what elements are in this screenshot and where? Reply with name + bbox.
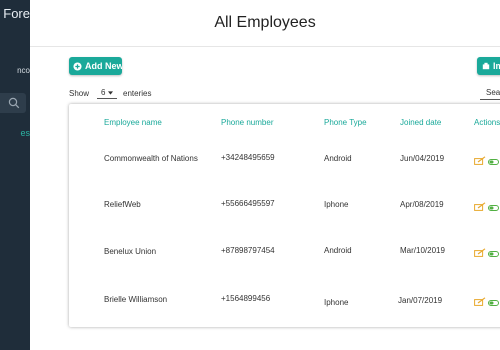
page-header: All Employees (30, 0, 500, 47)
edit-icon[interactable] (474, 244, 486, 262)
table-row-type: Android (324, 154, 352, 163)
table-row-phone: +34248495659 (221, 153, 275, 162)
table-row-joined: Mar/10/2019 (400, 246, 445, 255)
status-toggle[interactable] (488, 198, 499, 216)
sidebar: Fore nco es (0, 0, 30, 350)
caret-down-icon (108, 88, 114, 97)
search-label: Sear (486, 88, 500, 97)
show-entries: Show 6 enteries (69, 88, 151, 99)
search-icon[interactable] (8, 96, 20, 114)
show-label: Show (69, 89, 90, 98)
table-row-name: Commonwealth of Nations (104, 154, 198, 163)
column-header-actions: Actions (474, 118, 500, 127)
table-row-phone: +1564899456 (221, 294, 271, 303)
column-header-phone[interactable]: Phone number (221, 118, 273, 127)
entries-label: enteries (123, 89, 152, 98)
column-header-joined[interactable]: Joined date (400, 118, 441, 127)
page-size-select[interactable]: 6 (97, 88, 118, 99)
table-row-name: Benelux Union (104, 247, 157, 256)
row-actions (474, 152, 499, 170)
table-row-type: Iphone (324, 298, 349, 307)
edit-icon[interactable] (474, 198, 486, 216)
table-row-type: Android (324, 246, 352, 255)
status-toggle[interactable] (488, 244, 499, 262)
table-row-joined: Jun/04/2019 (400, 154, 445, 163)
row-actions (474, 244, 499, 262)
user-name[interactable]: nco (0, 66, 30, 75)
sidebar-item-employees[interactable]: es (0, 128, 30, 138)
page-title: All Employees (214, 14, 316, 31)
import-icon (482, 62, 490, 70)
search-input[interactable] (480, 99, 500, 100)
brand-name: Fore (3, 6, 30, 21)
sidebar-search[interactable] (0, 93, 26, 113)
column-header-name[interactable]: Employee name (104, 118, 162, 127)
table-row-joined: Apr/08/2019 (400, 200, 444, 209)
edit-icon[interactable] (474, 152, 486, 170)
table-row-phone: +55666495597 (221, 199, 275, 208)
table-row-name: Brielle Williamson (104, 295, 168, 304)
import-label: Im (493, 61, 500, 71)
page-size-value: 6 (101, 88, 106, 97)
table-row-joined: Jan/07/2019 (398, 296, 443, 305)
employees-table: Employee name Phone number Phone Type Jo… (69, 104, 500, 327)
table-row-type: Iphone (324, 200, 349, 209)
add-new-button[interactable]: Add New (69, 57, 122, 75)
plus-circle-icon (73, 61, 82, 71)
row-actions (474, 198, 499, 216)
import-button[interactable]: Im (477, 57, 500, 75)
row-actions (474, 293, 499, 311)
status-toggle[interactable] (488, 293, 499, 311)
column-header-type[interactable]: Phone Type (324, 118, 367, 127)
table-row-phone: +87898797454 (221, 246, 275, 255)
status-toggle[interactable] (488, 152, 499, 170)
add-new-label: Add New (85, 61, 122, 71)
edit-icon[interactable] (474, 293, 486, 311)
table-row-name: ReliefWeb (104, 200, 141, 209)
